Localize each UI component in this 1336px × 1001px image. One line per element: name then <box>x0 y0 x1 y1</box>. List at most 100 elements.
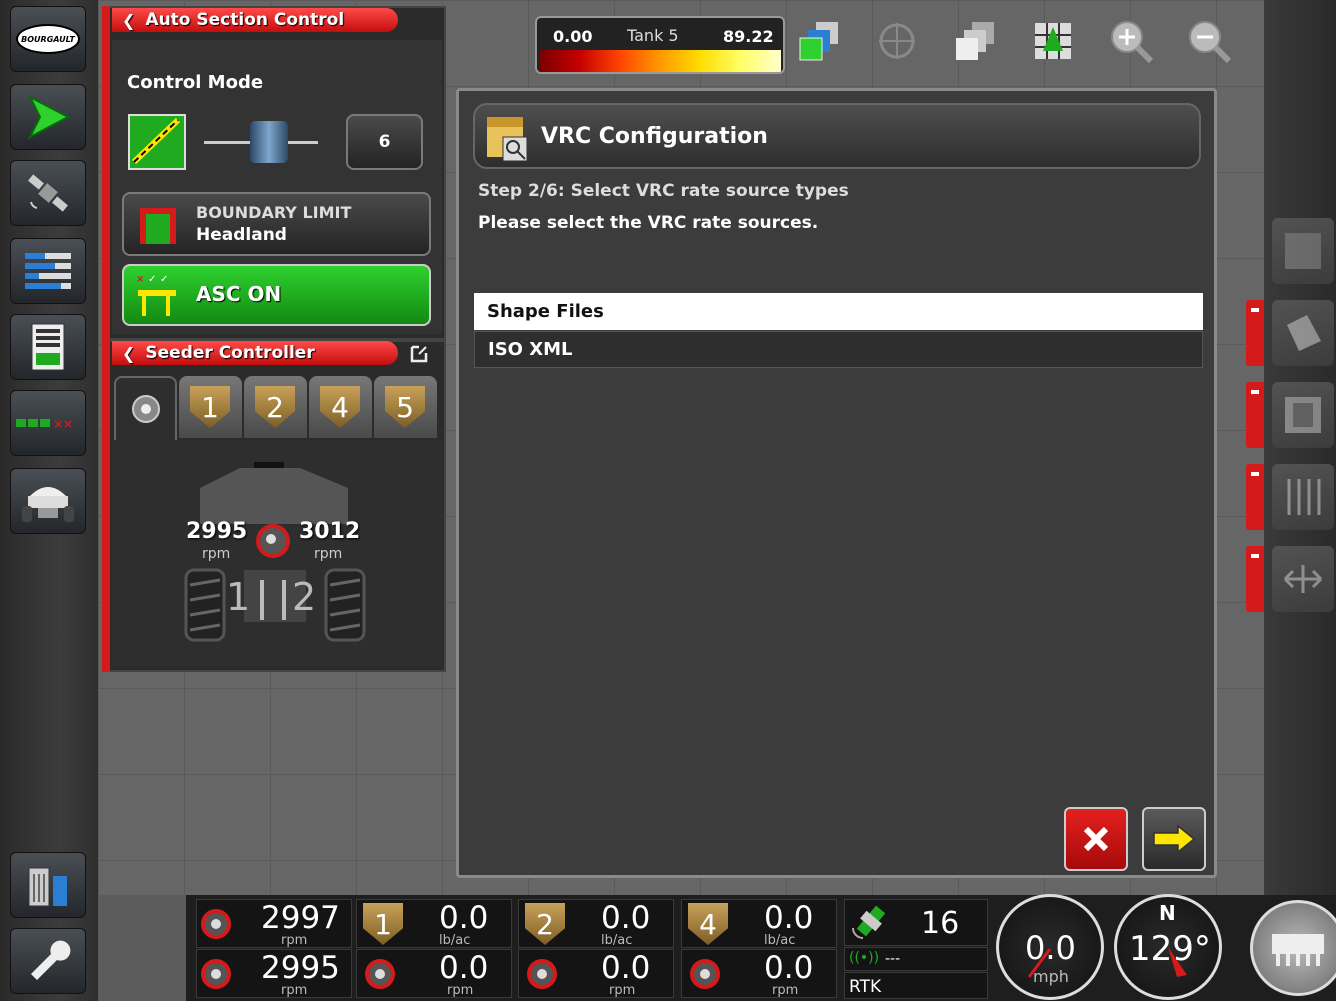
tank-4-badge: 4 <box>320 386 360 428</box>
right-tool-2[interactable] <box>1272 300 1334 366</box>
wrench-icon <box>31 940 71 980</box>
right-tool-3[interactable] <box>1272 382 1334 448</box>
fan-2-cell[interactable]: 2995 rpm <box>196 949 352 998</box>
list-settings-icon <box>25 253 71 289</box>
vrc-instruction-text: Please select the VRC rate sources. <box>478 213 819 233</box>
satellite-count: 16 <box>921 906 960 941</box>
zoom-out-button[interactable] <box>1182 14 1236 68</box>
option-label: ISO XML <box>488 339 573 360</box>
meter-divider <box>260 580 264 620</box>
correction-value: --- <box>885 951 901 967</box>
target-icon <box>879 23 915 59</box>
usb-trash-icon <box>28 867 67 907</box>
view-stack-button[interactable] <box>948 14 1002 68</box>
vrc-dialog-title: VRC Configuration <box>541 124 768 149</box>
right-panel-tab-4[interactable] <box>1246 546 1264 612</box>
brand-logo-button[interactable]: BOURGAULT <box>10 6 86 72</box>
boundary-limit-button[interactable]: BOUNDARY LIMIT Headland <box>122 192 431 256</box>
overlap-slider-handle[interactable] <box>250 121 288 163</box>
tank-1-status-badge: 1 <box>363 903 403 945</box>
meter-1-label: 1 <box>226 575 251 619</box>
right-tool-5[interactable] <box>1272 546 1334 612</box>
asc-panel-header[interactable]: ❮ Auto Section Control <box>112 8 398 32</box>
gps-mode-cell: RTK <box>844 972 988 999</box>
right-tool-4[interactable] <box>1272 464 1334 530</box>
right-panel-tab-3[interactable] <box>1246 464 1264 530</box>
implement-button[interactable] <box>10 468 86 534</box>
overlap-value-button[interactable]: 6 <box>346 114 423 170</box>
svg-text:✓: ✓ <box>160 274 168 285</box>
fan-right-rpm: 3012 <box>299 519 361 544</box>
asc-panel-stripe <box>102 6 110 340</box>
layers-stack-icon <box>956 22 994 60</box>
undock-button[interactable] <box>405 341 433 367</box>
tank-2-rpm: 0.0 <box>601 950 651 986</box>
tank-4-status-label: 4 <box>699 907 717 941</box>
tank-1-rate: 0.0 <box>439 900 489 936</box>
tank-4-rate-unit: lb/ac <box>764 933 796 948</box>
speedometer[interactable]: 0.0 mph <box>996 894 1104 1000</box>
correction-cell: ((•)) --- <box>844 947 988 971</box>
tank-2-status-badge: 2 <box>525 903 565 945</box>
asc-on-button[interactable]: × ✓ ✓ ASC ON <box>122 264 431 326</box>
fan-1-cell[interactable]: 2997 rpm <box>196 899 352 948</box>
tab-tank-2[interactable]: 2 <box>244 376 307 438</box>
speed-value: 0.0 <box>1025 929 1076 967</box>
tab-fan[interactable] <box>114 376 177 440</box>
system-setup-button[interactable] <box>10 928 86 994</box>
tank-4-rpm-unit: rpm <box>772 983 799 998</box>
tank-1-rate-cell[interactable]: 1 0.0 lb/ac <box>356 899 512 948</box>
right-sidebar <box>1264 0 1336 895</box>
tab-tank-1[interactable]: 1 <box>179 376 242 438</box>
cancel-button[interactable] <box>1064 807 1128 871</box>
signal-icon: ((•)) <box>849 950 880 966</box>
asc-on-label: ASC ON <box>196 282 282 306</box>
job-data-button[interactable] <box>10 314 86 380</box>
control-mode-icon[interactable] <box>128 114 186 170</box>
field-view-button[interactable] <box>1026 14 1080 68</box>
map-view-icon <box>1285 233 1321 269</box>
tab-tank-4[interactable]: 4 <box>309 376 372 438</box>
layers-button[interactable] <box>792 14 846 68</box>
asc-panel-title: Auto Section Control <box>145 10 345 30</box>
fan-right-unit: rpm <box>314 546 343 562</box>
boundary-limit-value: Headland <box>196 225 287 245</box>
tab-tank-5[interactable]: 5 <box>374 376 437 438</box>
seeder-panel-header[interactable]: ❮ Seeder Controller <box>112 341 398 365</box>
target-button[interactable] <box>870 14 924 68</box>
rate-source-option-shape-files[interactable]: Shape Files <box>474 293 1203 330</box>
right-panel-tab-1[interactable] <box>1246 300 1264 366</box>
fan-2-rpm: 2995 <box>261 950 340 986</box>
tank-2-rpm-cell[interactable]: 0.0 rpm <box>518 949 674 998</box>
settings-list-button[interactable] <box>10 238 86 304</box>
tank-4-rate-cell[interactable]: 4 0.0 lb/ac <box>681 899 837 948</box>
section-status-button[interactable]: ×× <box>10 390 86 456</box>
tank-gauge[interactable]: 0.00 Tank 5 89.22 <box>535 16 785 74</box>
rate-source-option-iso-xml[interactable]: ISO XML <box>474 331 1203 368</box>
tank-2-status-label: 2 <box>536 907 554 941</box>
right-tool-1[interactable] <box>1272 218 1334 284</box>
usb-button[interactable] <box>10 852 86 918</box>
svg-text:×: × <box>136 274 144 285</box>
layers-icon <box>799 22 838 61</box>
guidance-button[interactable] <box>10 84 86 150</box>
collapse-chevron-icon: ❮ <box>122 343 136 363</box>
tank-5-label: 5 <box>396 390 414 424</box>
calculator-icon <box>31 323 65 371</box>
fan-left-unit: rpm <box>202 546 231 562</box>
tank-4-rpm-cell[interactable]: 0.0 rpm <box>681 949 837 998</box>
satellite-count-cell[interactable]: 16 <box>844 899 988 946</box>
gauge-tank-label: Tank 5 <box>627 26 679 45</box>
zoom-in-button[interactable] <box>1104 14 1158 68</box>
tank-2-rate-cell[interactable]: 2 0.0 lb/ac <box>518 899 674 948</box>
next-button[interactable] <box>1142 807 1206 871</box>
seeder-panel-title: Seeder Controller <box>145 343 315 363</box>
heading-value: 129° <box>1129 929 1211 969</box>
compass[interactable]: N 129° <box>1114 894 1222 1000</box>
tank-1-rpm-cell[interactable]: 0.0 rpm <box>356 949 512 998</box>
tank-1-rate-unit: lb/ac <box>439 933 471 948</box>
right-panel-tab-2[interactable] <box>1246 382 1264 448</box>
implement-view-button[interactable] <box>1250 900 1336 996</box>
gps-button[interactable] <box>10 160 86 226</box>
boundary-icon <box>140 208 176 244</box>
